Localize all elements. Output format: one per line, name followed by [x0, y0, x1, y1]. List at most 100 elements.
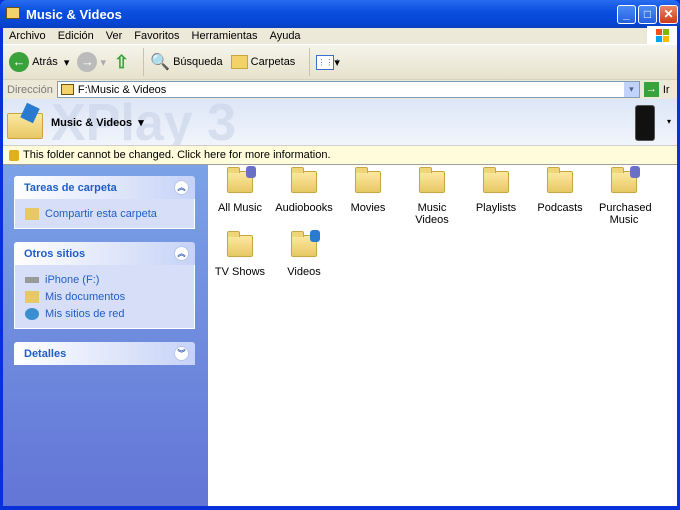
- close-button[interactable]: ✕: [659, 5, 678, 24]
- menu-ver[interactable]: Ver: [100, 30, 129, 42]
- folder-content: All Music Audiobooks Movies Music Videos…: [208, 165, 677, 506]
- menu-ayuda[interactable]: Ayuda: [264, 30, 307, 42]
- banner-title-text: Music & Videos: [51, 117, 133, 129]
- folder-purchased-music[interactable]: Purchased Music: [592, 166, 656, 235]
- folder-movies[interactable]: Movies: [336, 167, 400, 235]
- menu-bar: Archivo Edición Ver Favoritos Herramient…: [3, 26, 677, 46]
- address-value: F:\Music & Videos: [77, 83, 167, 96]
- menu-edicion[interactable]: Edición: [52, 30, 100, 42]
- views-button[interactable]: ⋮⋮⋮ ▾: [316, 54, 341, 70]
- address-bar: Dirección F:\Music & Videos ▾ → Ir: [3, 80, 677, 99]
- address-input[interactable]: F:\Music & Videos ▾: [56, 81, 640, 98]
- back-button[interactable]: ← Atrás ▾: [9, 52, 69, 72]
- title-bar: Music & Videos _ □ ✕: [0, 0, 680, 28]
- views-icon: ⋮⋮⋮: [316, 54, 341, 70]
- folder-icon: [227, 231, 253, 257]
- up-folder-icon: ⇧: [113, 51, 130, 72]
- my-documents-icon: [25, 290, 39, 303]
- toolbar: ← Atrás ▾ → ▾ ⇧ 🔍 Búsqueda Carpetas ⋮⋮⋮ ▾: [3, 44, 677, 80]
- explorer-window: Music & Videos _ □ ✕ Archivo Edición Ver…: [0, 0, 680, 510]
- forward-button[interactable]: → ▾: [77, 52, 106, 72]
- up-button[interactable]: ⇧: [114, 52, 129, 73]
- search-label: Búsqueda: [173, 56, 223, 68]
- search-button[interactable]: 🔍 Búsqueda: [150, 52, 223, 72]
- share-folder-link[interactable]: Compartir esta carpeta: [25, 205, 184, 222]
- my-documents-label: Mis documentos: [45, 290, 126, 303]
- forward-arrow-icon: →: [77, 52, 98, 72]
- minimize-button[interactable]: _: [617, 5, 636, 24]
- search-icon: 🔍: [150, 54, 170, 71]
- go-arrow-icon[interactable]: →: [643, 82, 659, 97]
- folder-tasks-header[interactable]: Tareas de carpeta ︽: [14, 176, 195, 199]
- network-places-label: Mis sitios de red: [45, 307, 125, 320]
- address-label: Dirección: [7, 83, 53, 96]
- collapse-icon[interactable]: ︽: [174, 180, 189, 195]
- my-documents-link[interactable]: Mis documentos: [25, 288, 184, 305]
- folder-audiobooks[interactable]: Audiobooks: [272, 167, 336, 235]
- folder-icon: [60, 84, 74, 95]
- menu-favoritos[interactable]: Favoritos: [128, 30, 185, 42]
- iphone-drive-label: iPhone (F:): [45, 273, 100, 286]
- folder-label: Movies: [350, 202, 386, 214]
- banner-title[interactable]: Music & Videos ▾: [51, 116, 144, 129]
- info-bar[interactable]: This folder cannot be changed. Click her…: [3, 146, 677, 165]
- folder-tasks-title: Tareas de carpeta: [24, 181, 117, 194]
- drive-icon: [25, 276, 39, 283]
- folders-label: Carpetas: [250, 56, 296, 68]
- other-places-header[interactable]: Otros sitios ︽: [14, 242, 195, 265]
- folder-music-videos[interactable]: Music Videos: [400, 167, 464, 235]
- window-title: Music & Videos: [26, 6, 122, 22]
- folder-icon: [483, 167, 509, 193]
- music-folder-icon: [611, 166, 640, 193]
- menu-herramientas[interactable]: Herramientas: [186, 30, 264, 42]
- back-arrow-icon: ←: [9, 52, 29, 72]
- iphone-drive-link[interactable]: iPhone (F:): [25, 271, 184, 288]
- folder-icon: [419, 167, 445, 193]
- folder-label: Videos: [287, 266, 321, 278]
- folder-label: Audiobooks: [275, 202, 333, 214]
- folder-banner: XPlay 3 Music & Videos ▾ ▾: [3, 99, 677, 146]
- folder-label: Purchased Music: [599, 202, 652, 226]
- folder-icon: [355, 167, 381, 193]
- folders-button[interactable]: Carpetas: [230, 55, 296, 69]
- folder-icon: [291, 167, 317, 193]
- folder-icon: [547, 167, 573, 193]
- collapse-icon[interactable]: ︽: [174, 246, 189, 261]
- device-dropdown[interactable]: ▾: [667, 117, 671, 126]
- info-bar-text: This folder cannot be changed. Click her…: [23, 149, 331, 161]
- folder-label: Music Videos: [415, 202, 449, 226]
- music-folder-icon: [227, 166, 256, 193]
- back-label: Atrás: [32, 56, 58, 68]
- folders-icon: [230, 55, 248, 69]
- share-folder-icon: [25, 207, 39, 220]
- other-places-panel: Otros sitios ︽ iPhone (F:) Mis documentos…: [14, 242, 195, 329]
- network-places-link[interactable]: Mis sitios de red: [25, 305, 184, 322]
- expand-icon[interactable]: ︾: [174, 346, 189, 361]
- video-folder-icon: [7, 102, 45, 139]
- folder-podcasts[interactable]: Podcasts: [528, 167, 592, 235]
- folder-label: Playlists: [475, 202, 517, 214]
- network-icon: [25, 307, 39, 320]
- details-title: Detalles: [24, 347, 67, 360]
- folder-app-icon: [6, 7, 20, 19]
- maximize-button[interactable]: □: [638, 5, 657, 24]
- windows-logo-icon: [647, 26, 677, 46]
- menu-archivo[interactable]: Archivo: [3, 30, 52, 42]
- folder-all-music[interactable]: All Music: [208, 166, 272, 235]
- task-pane: Tareas de carpeta ︽ Compartir esta carpet…: [3, 165, 208, 506]
- video-folder-icon: [291, 230, 320, 257]
- folder-playlists[interactable]: Playlists: [464, 167, 528, 235]
- folder-tasks-panel: Tareas de carpeta ︽ Compartir esta carpet…: [14, 176, 195, 229]
- details-header[interactable]: Detalles ︾: [14, 342, 195, 365]
- folder-videos[interactable]: Videos: [272, 230, 336, 299]
- share-folder-label: Compartir esta carpeta: [45, 207, 157, 220]
- other-places-title: Otros sitios: [24, 247, 86, 260]
- go-button[interactable]: Ir: [659, 84, 670, 96]
- address-dropdown[interactable]: ▾: [623, 82, 639, 97]
- folder-label: All Music: [217, 202, 262, 214]
- folder-tv-shows[interactable]: TV Shows: [208, 231, 272, 299]
- lock-icon: [9, 150, 19, 161]
- folder-label: Podcasts: [537, 202, 583, 214]
- folder-label: TV Shows: [214, 266, 266, 278]
- details-panel: Detalles ︾: [14, 342, 195, 365]
